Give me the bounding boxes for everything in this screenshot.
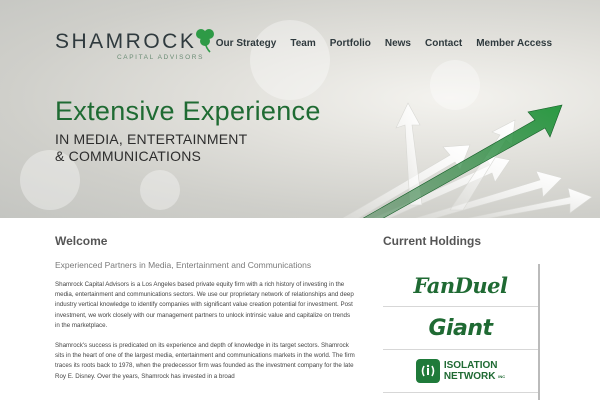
hero-arrows-graphic <box>342 102 593 218</box>
hero-subline-2: & COMMUNICATIONS <box>55 148 202 164</box>
welcome-section: Welcome Experienced Partners in Media, E… <box>55 234 355 382</box>
giant-logo: Giant <box>428 315 493 341</box>
welcome-subtitle: Experienced Partners in Media, Entertain… <box>55 260 312 270</box>
isolation-network-line-2: NETWORK <box>443 371 496 382</box>
holdings-title: Current Holdings <box>383 234 481 248</box>
nav-team[interactable]: Team <box>290 38 315 49</box>
holdings-list[interactable]: FanDuel Giant ISOLATION NETWORK INC <box>383 264 540 400</box>
nav-news[interactable]: News <box>385 38 411 49</box>
isolation-network-suffix: INC <box>498 374 506 379</box>
nav-our-strategy[interactable]: Our Strategy <box>216 38 277 49</box>
holdings-section: Current Holdings FanDuel Giant ISOLATION <box>383 234 543 400</box>
isolation-network-logo: ISOLATION NETWORK INC <box>415 359 506 383</box>
fanduel-logo: FanDuel <box>413 272 508 298</box>
nav-contact[interactable]: Contact <box>425 38 462 49</box>
hero-subline: IN MEDIA, ENTERTAINMENT & COMMUNICATIONS <box>55 131 247 165</box>
nav-member-access[interactable]: Member Access <box>476 38 552 49</box>
main-nav: Our Strategy Team Portfolio News Contact… <box>202 38 552 49</box>
holding-giant[interactable]: Giant <box>383 307 538 350</box>
nav-portfolio[interactable]: Portfolio <box>330 38 371 49</box>
brand-logo[interactable]: SHAMROCK CAPITAL ADVISORS <box>55 29 214 61</box>
brand-tagline: CAPITAL ADVISORS <box>117 54 205 61</box>
hero-headline: Extensive Experience <box>55 96 321 126</box>
welcome-title: Welcome <box>55 234 108 248</box>
isolation-network-icon <box>415 359 440 383</box>
welcome-paragraph-2: Shamrock's success is predicated on its … <box>55 342 355 380</box>
isolation-network-line-1: ISOLATION <box>443 360 498 371</box>
holding-isolation-network[interactable]: ISOLATION NETWORK INC <box>383 350 538 393</box>
hero-bokeh <box>140 170 180 210</box>
holding-fanduel[interactable]: FanDuel <box>383 264 538 307</box>
welcome-paragraph-1: Shamrock Capital Advisors is a Los Angel… <box>55 281 354 329</box>
hero-banner: SHAMROCK CAPITAL ADVISORS Our Strategy T… <box>0 0 600 218</box>
brand-name: SHAMROCK <box>55 30 197 53</box>
hero-subline-1: IN MEDIA, ENTERTAINMENT <box>55 131 248 147</box>
